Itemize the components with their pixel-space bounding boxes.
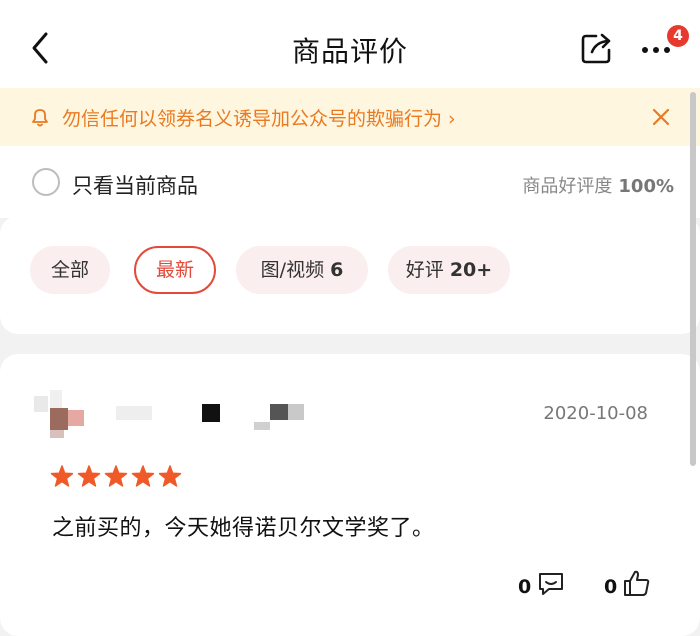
bell-icon bbox=[32, 109, 48, 127]
tag-count: 20+ bbox=[449, 259, 493, 281]
share-button[interactable] bbox=[578, 30, 614, 66]
share-icon bbox=[581, 33, 611, 64]
tag-label: 全部 bbox=[50, 259, 89, 281]
tag-positive[interactable]: 好评 20+ bbox=[388, 246, 510, 294]
star-icon bbox=[131, 465, 155, 487]
close-icon[interactable] bbox=[650, 106, 672, 128]
username-blurred bbox=[116, 404, 304, 430]
scrollbar[interactable] bbox=[690, 92, 696, 466]
review-text: 之前买的，今天她得诺贝尔文学奖了。 bbox=[52, 516, 435, 541]
rating-summary: 商品好评度 100% bbox=[522, 172, 674, 198]
notification-badge: 4 bbox=[667, 25, 689, 47]
tag-label: 最新 bbox=[155, 259, 194, 281]
like-count: 0 bbox=[604, 576, 618, 598]
comment-count: 0 bbox=[518, 576, 532, 598]
rating-value: 100% bbox=[618, 176, 674, 197]
tag-count: 6 bbox=[330, 259, 344, 281]
star-icon bbox=[104, 465, 128, 487]
review-date: 2020-10-08 bbox=[543, 403, 648, 424]
only-current-radio[interactable] bbox=[32, 168, 60, 196]
tag-photo-video[interactable]: 图/视频 6 bbox=[236, 246, 368, 294]
tag-label: 图/视频 bbox=[260, 259, 325, 281]
star-icon bbox=[77, 465, 101, 487]
tag-all[interactable]: 全部 bbox=[30, 246, 110, 294]
tag-label: 好评 bbox=[405, 259, 444, 281]
avatar[interactable] bbox=[34, 390, 88, 438]
thumbs-up-icon[interactable] bbox=[622, 568, 652, 598]
rating-label: 商品好评度 bbox=[522, 176, 613, 197]
fraud-warning-text: 勿信任何以领券名义诱导加公众号的欺骗行为 › bbox=[62, 108, 456, 130]
comment-icon[interactable] bbox=[536, 570, 566, 598]
star-icon bbox=[50, 465, 74, 487]
rating-stars bbox=[50, 465, 182, 487]
fraud-warning-banner[interactable]: 勿信任何以领券名义诱导加公众号的欺骗行为 › bbox=[0, 88, 700, 146]
tag-latest[interactable]: 最新 bbox=[134, 246, 216, 294]
review-card bbox=[0, 354, 700, 636]
star-icon bbox=[158, 465, 182, 487]
only-current-label[interactable]: 只看当前商品 bbox=[72, 170, 198, 200]
